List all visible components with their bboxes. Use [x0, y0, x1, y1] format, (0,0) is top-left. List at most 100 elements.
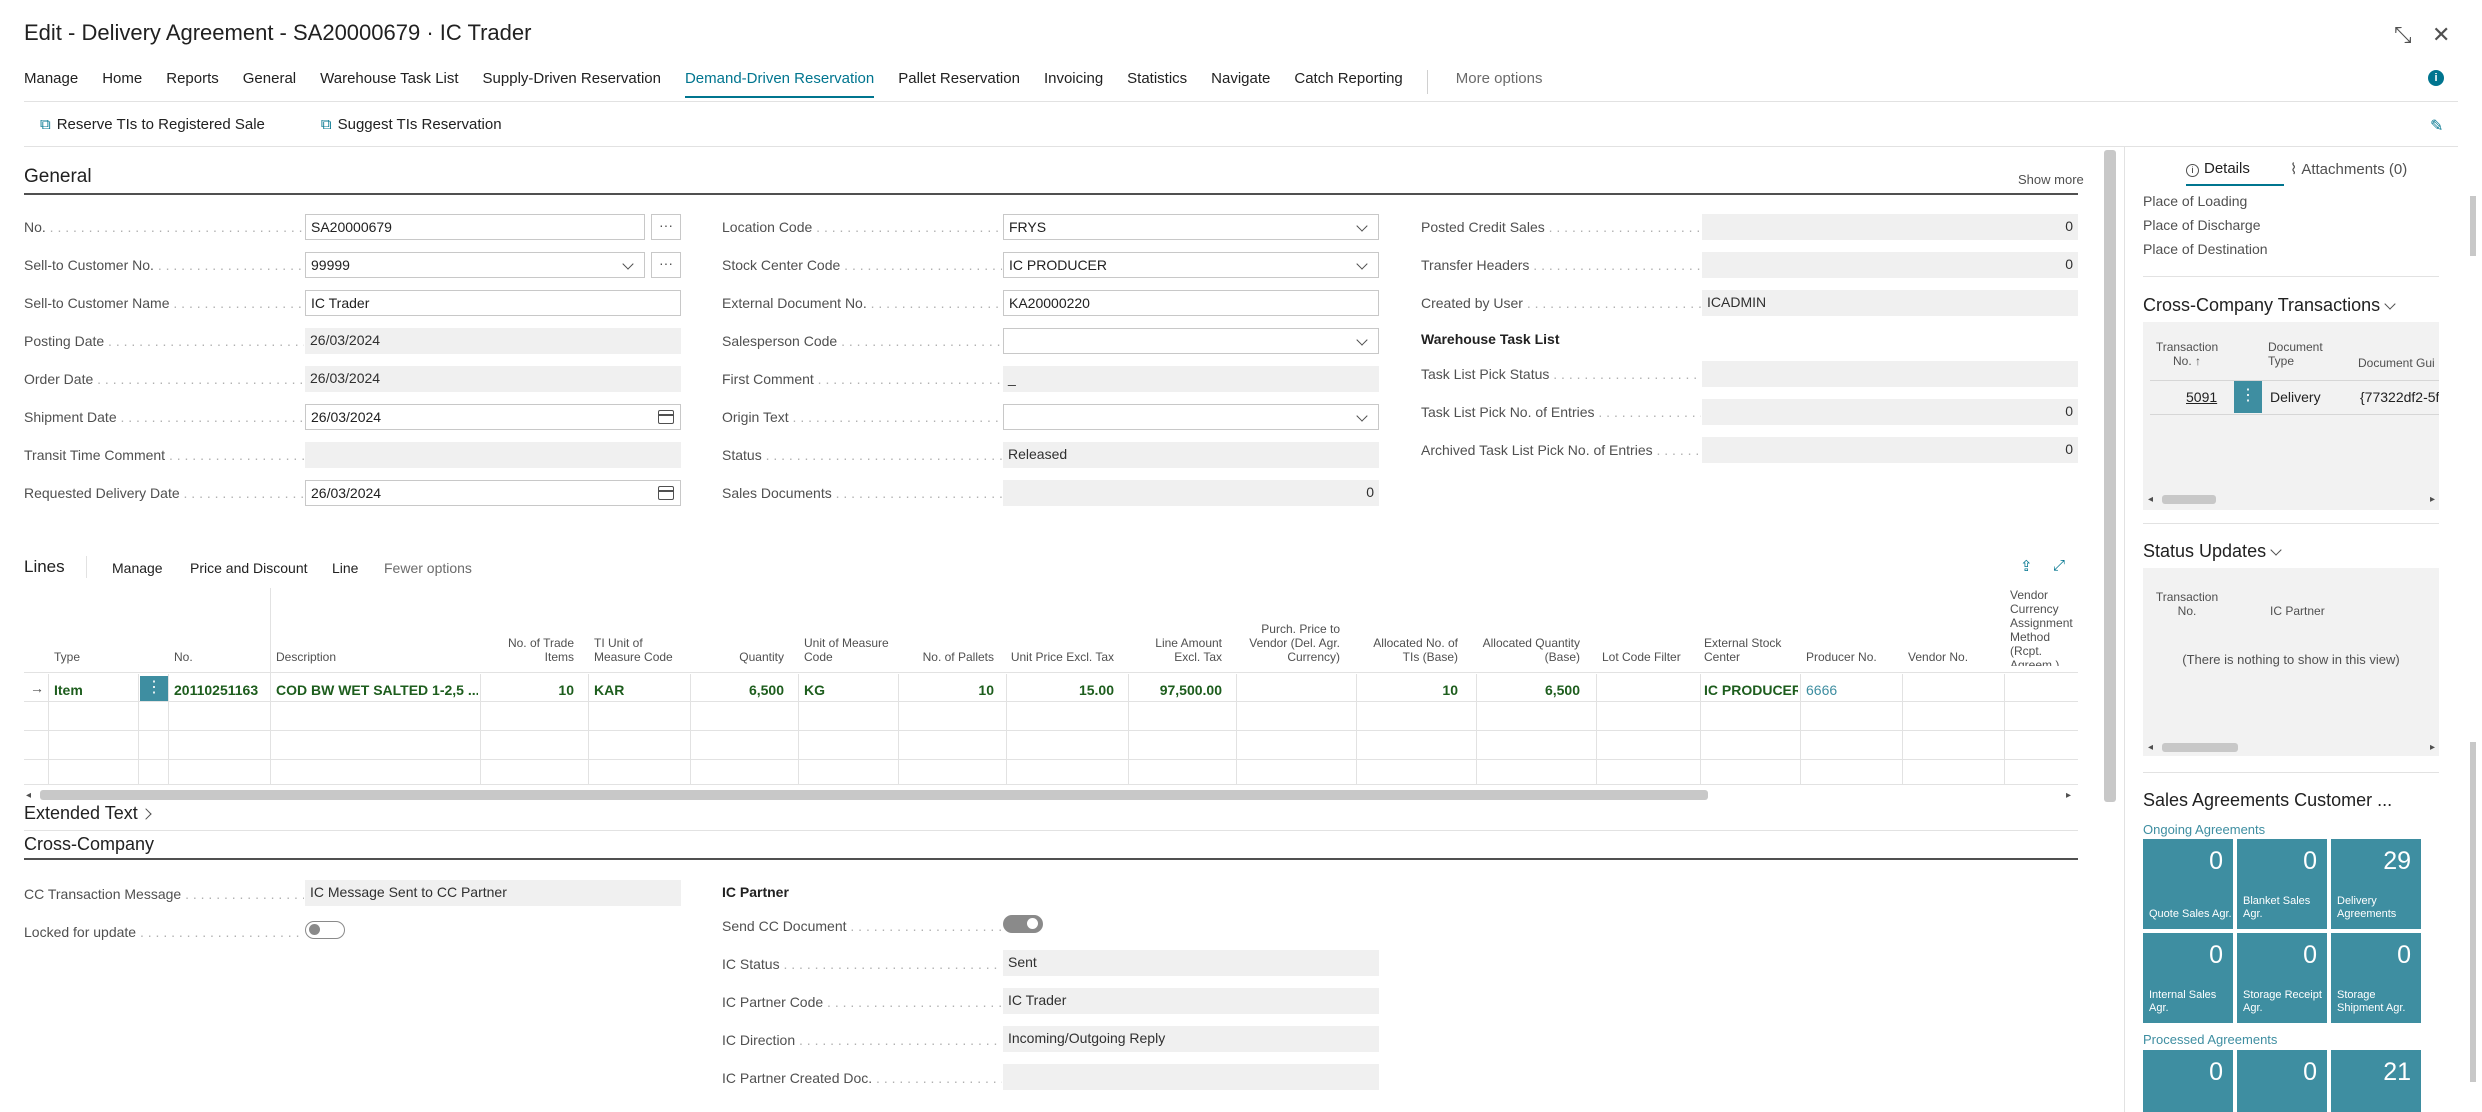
factbox-tab-details[interactable]: i Details	[2186, 160, 2250, 177]
location-code-field[interactable]: FRYS	[1003, 214, 1379, 240]
origin-text-field[interactable]	[1003, 404, 1379, 430]
scroll-left-icon[interactable]: ◂	[2148, 742, 2153, 753]
sell-to-customer-no-field[interactable]: 99999	[305, 252, 645, 278]
cct-scrollbar[interactable]	[2162, 495, 2216, 504]
share-icon[interactable]: ⇪	[2020, 557, 2033, 575]
cue-delivery-agreements[interactable]: 29 Delivery Agreements	[2331, 839, 2421, 929]
posted-credit-sales-field[interactable]: 0	[1702, 214, 2078, 240]
suggest-tis-button[interactable]: ⧉ Suggest TIs Reservation	[321, 116, 530, 133]
sales-documents-field[interactable]: 0	[1003, 480, 1379, 506]
col-header-pallets[interactable]: No. of Pallets	[900, 650, 994, 664]
cct-col-document-type[interactable]: Document Type	[2268, 340, 2328, 368]
menu-home[interactable]: Home	[102, 70, 142, 98]
su-col-transaction-no[interactable]: Transaction No.	[2152, 590, 2222, 618]
scroll-right-icon[interactable]: ▸	[2430, 494, 2435, 505]
task-list-pick-entries-field[interactable]: 0	[1702, 399, 2078, 425]
cue-quote-sales-agr[interactable]: 0 Quote Sales Agr.	[2143, 839, 2233, 929]
lines-menu-line[interactable]: Line	[332, 560, 358, 576]
cell-ti-uom[interactable]: KAR	[594, 682, 624, 698]
cue-processed-2[interactable]: 0	[2237, 1050, 2327, 1112]
menu-general[interactable]: General	[243, 70, 296, 98]
col-header-purch-price[interactable]: Purch. Price to Vendor (Del. Agr. Curren…	[1240, 622, 1340, 664]
cell-allocated-qty[interactable]: 6,500	[1480, 682, 1580, 698]
lines-menu-price-discount[interactable]: Price and Discount	[190, 560, 308, 576]
su-scrollbar[interactable]	[2162, 743, 2238, 752]
pin-icon[interactable]: ✎	[2430, 116, 2443, 136]
close-icon[interactable]: ✕	[2432, 22, 2450, 48]
cell-producer-no[interactable]: 6666	[1806, 682, 1837, 698]
collapse-icon[interactable]: ⤡	[2394, 22, 2412, 48]
factbox-scrollbar-top[interactable]	[2470, 196, 2476, 256]
col-header-vendor-no[interactable]: Vendor No.	[1908, 650, 1968, 664]
col-header-external-stock-center[interactable]: External Stock Center	[1704, 636, 1790, 664]
cue-processed-1[interactable]: 0	[2143, 1050, 2233, 1112]
cct-col-document-guid[interactable]: Document Gui	[2358, 356, 2438, 370]
no-field[interactable]: SA20000679	[305, 214, 645, 240]
col-header-unit-price[interactable]: Unit Price Excl. Tax	[1008, 650, 1114, 664]
cell-line-amount[interactable]: 97,500.00	[1120, 682, 1222, 698]
cct-col-transaction-no[interactable]: Transaction No. ↑	[2152, 340, 2222, 368]
factbox-scrollbar[interactable]	[2470, 742, 2476, 1082]
sell-to-customer-lookup-button[interactable]: ···	[651, 252, 681, 278]
cell-no[interactable]: 20110251163	[174, 682, 270, 698]
menu-pallet-reservation[interactable]: Pallet Reservation	[898, 70, 1020, 98]
cell-trade-items[interactable]: 10	[494, 682, 574, 698]
menu-manage[interactable]: Manage	[24, 70, 78, 98]
cell-allocated-tis[interactable]: 10	[1360, 682, 1458, 698]
cue-blanket-sales-agr[interactable]: 0 Blanket Sales Agr.	[2237, 839, 2327, 929]
cct-row-actions-icon[interactable]: ⋮	[2234, 381, 2262, 413]
menu-warehouse-task-list[interactable]: Warehouse Task List	[320, 70, 458, 98]
cell-description[interactable]: COD BW WET SALTED 1-2,5 ...	[276, 682, 478, 698]
expand-icon[interactable]: ⤢	[2053, 557, 2065, 574]
shipment-date-field[interactable]: 26/03/2024	[305, 404, 681, 430]
cue-storage-shipment-agr[interactable]: 0 Storage Shipment Agr.	[2331, 933, 2421, 1023]
row-actions-icon[interactable]: ⋮	[140, 676, 168, 702]
cell-unit-price[interactable]: 15.00	[1008, 682, 1114, 698]
cue-internal-sales-agr[interactable]: 0 Internal Sales Agr.	[2143, 933, 2233, 1023]
menu-reports[interactable]: Reports	[166, 70, 219, 98]
scroll-right-icon[interactable]: ▸	[2430, 742, 2435, 753]
scroll-left-icon[interactable]: ◂	[26, 790, 31, 801]
menu-supply-driven-reservation[interactable]: Supply-Driven Reservation	[483, 70, 661, 98]
menu-statistics[interactable]: Statistics	[1127, 70, 1187, 98]
external-document-no-field[interactable]: KA20000220	[1003, 290, 1379, 316]
cue-storage-receipt-agr[interactable]: 0 Storage Receipt Agr.	[2237, 933, 2327, 1023]
col-header-trade-items[interactable]: No. of Trade Items	[494, 636, 574, 664]
su-col-ic-partner[interactable]: IC Partner	[2270, 604, 2325, 618]
cell-type[interactable]: Item	[54, 682, 83, 698]
transfer-headers-field[interactable]: 0	[1702, 252, 2078, 278]
main-scrollbar[interactable]	[2104, 150, 2116, 802]
no-lookup-button[interactable]: ···	[651, 214, 681, 240]
status-updates-part[interactable]: Status Updates	[2143, 541, 2282, 562]
col-header-description[interactable]: Description	[276, 650, 336, 664]
menu-more-options[interactable]: More options	[1456, 70, 1543, 98]
show-more-link[interactable]: Show more	[2018, 172, 2084, 187]
lines-horizontal-scrollbar[interactable]	[40, 790, 1708, 800]
cell-external-stock-center[interactable]: IC PRODUCER	[1704, 682, 1798, 698]
scroll-right-icon[interactable]: ▸	[2066, 790, 2071, 801]
lines-fewer-options[interactable]: Fewer options	[384, 560, 472, 576]
col-header-no[interactable]: No.	[174, 650, 193, 664]
requested-delivery-date-field[interactable]: 26/03/2024	[305, 480, 681, 506]
cross-company-section-title[interactable]: Cross-Company	[24, 834, 154, 855]
col-header-type[interactable]: Type	[54, 650, 80, 664]
sales-agreements-cues-title[interactable]: Sales Agreements Customer ...	[2143, 790, 2392, 811]
calendar-icon[interactable]	[658, 486, 674, 500]
lines-section-title[interactable]: Lines	[24, 557, 65, 577]
col-header-quantity[interactable]: Quantity	[700, 650, 784, 664]
cell-quantity[interactable]: 6,500	[700, 682, 784, 698]
send-cc-document-toggle[interactable]	[1003, 915, 1043, 933]
stock-center-code-field[interactable]: IC PRODUCER	[1003, 252, 1379, 278]
info-icon[interactable]: i	[2428, 70, 2444, 86]
sell-to-customer-name-field[interactable]: IC Trader	[305, 290, 681, 316]
cct-transaction-link[interactable]: 5091	[2186, 389, 2217, 405]
col-header-vendor-currency[interactable]: Vendor Currency Assignment Method (Rcpt.…	[2010, 588, 2078, 666]
general-section-title[interactable]: General	[24, 166, 92, 188]
col-header-allocated-qty[interactable]: Allocated Quantity (Base)	[1480, 636, 1580, 664]
col-header-uom[interactable]: Unit of Measure Code	[804, 636, 894, 664]
extended-text-section[interactable]: Extended Text	[24, 803, 152, 824]
locked-for-update-toggle[interactable]	[305, 921, 345, 939]
scroll-left-icon[interactable]: ◂	[2148, 494, 2153, 505]
col-header-producer-no[interactable]: Producer No.	[1806, 650, 1877, 664]
cue-processed-3[interactable]: 21	[2331, 1050, 2421, 1112]
